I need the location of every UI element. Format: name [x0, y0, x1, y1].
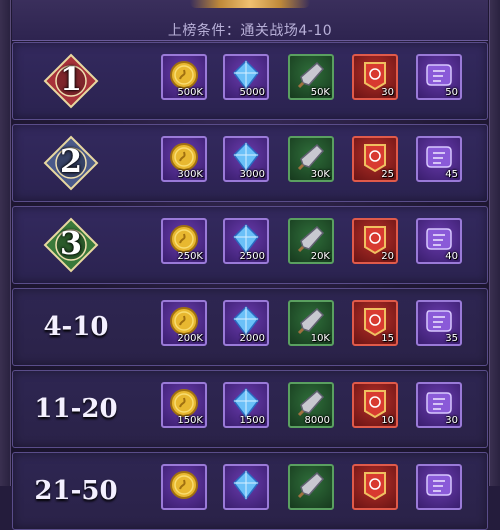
reward-item[interactable]: 8000 — [288, 382, 334, 428]
reward-count: 5000 — [239, 87, 265, 98]
rank-row: 3 250K 2500 20K 20 40 — [12, 206, 488, 284]
reward-item[interactable]: 150K — [161, 382, 207, 428]
left-frame — [0, 0, 11, 486]
rank-row: 21-50 — [12, 452, 488, 530]
reward-item[interactable]: 30 — [352, 54, 398, 100]
rank-row: 11-20 150K 1500 8000 10 30 — [12, 370, 488, 448]
rank-range: 11-20 — [34, 394, 118, 424]
list-header: 上榜条件：通关战场4-10 — [12, 0, 488, 41]
reward-item[interactable]: 40 — [416, 218, 462, 264]
rank-number: 2 — [59, 142, 83, 180]
reward-item[interactable]: 250K — [161, 218, 207, 264]
reward-item[interactable]: 30K — [288, 136, 334, 182]
reward-count: 150K — [177, 415, 203, 426]
reward-count: 50K — [310, 87, 330, 98]
reward-item[interactable] — [223, 464, 269, 510]
reward-count: 30 — [381, 87, 394, 98]
reward-count: 30K — [310, 169, 330, 180]
reward-item[interactable]: 20 — [352, 218, 398, 264]
reward-item[interactable]: 30 — [416, 382, 462, 428]
rank-badge: 3 — [43, 217, 99, 273]
reward-count: 10 — [381, 415, 394, 426]
reward-item[interactable]: 50K — [288, 54, 334, 100]
reward-item[interactable]: 3000 — [223, 136, 269, 182]
reward-item[interactable]: 15 — [352, 300, 398, 346]
reward-count: 2500 — [239, 251, 265, 262]
reward-count: 25 — [381, 169, 394, 180]
reward-count: 2000 — [239, 333, 265, 344]
header-ornament — [190, 0, 310, 8]
rank-badge: 2 — [43, 135, 99, 191]
reward-count: 8000 — [304, 415, 330, 426]
rank-number: 1 — [59, 60, 83, 98]
reward-count: 50 — [445, 87, 458, 98]
reward-item[interactable] — [416, 464, 462, 510]
reward-count: 20K — [310, 251, 330, 262]
reward-count: 250K — [177, 251, 203, 262]
reward-item[interactable]: 20K — [288, 218, 334, 264]
rank-row: 2 300K 3000 30K 25 45 — [12, 124, 488, 202]
rank-range: 21-50 — [34, 476, 118, 506]
reward-count: 300K — [177, 169, 203, 180]
reward-count: 40 — [445, 251, 458, 262]
reward-count: 1500 — [239, 415, 265, 426]
reward-item[interactable]: 1500 — [223, 382, 269, 428]
reward-item[interactable]: 35 — [416, 300, 462, 346]
reward-item[interactable]: 200K — [161, 300, 207, 346]
reward-count: 15 — [381, 333, 394, 344]
rank-row: 1 500K 5000 50K 30 50 — [12, 42, 488, 120]
reward-count: 45 — [445, 169, 458, 180]
reward-item[interactable]: 2500 — [223, 218, 269, 264]
reward-item[interactable]: 500K — [161, 54, 207, 100]
reward-item[interactable]: 45 — [416, 136, 462, 182]
reward-count: 500K — [177, 87, 203, 98]
rank-row: 4-10 200K 2000 10K 15 35 — [12, 288, 488, 366]
reward-item[interactable] — [288, 464, 334, 510]
reward-item[interactable]: 2000 — [223, 300, 269, 346]
reward-count: 35 — [445, 333, 458, 344]
reward-count: 3000 — [239, 169, 265, 180]
rank-range: 4-10 — [43, 312, 109, 342]
reward-item[interactable]: 300K — [161, 136, 207, 182]
reward-count: 10K — [310, 333, 330, 344]
reward-item[interactable] — [161, 464, 207, 510]
reward-count: 20 — [381, 251, 394, 262]
reward-item[interactable]: 25 — [352, 136, 398, 182]
reward-count: 30 — [445, 415, 458, 426]
reward-item[interactable]: 10K — [288, 300, 334, 346]
rank-number: 3 — [59, 224, 83, 262]
reward-item[interactable]: 50 — [416, 54, 462, 100]
rank-badge: 1 — [43, 53, 99, 109]
reward-item[interactable] — [352, 464, 398, 510]
right-frame — [489, 0, 500, 486]
ranking-condition: 上榜条件：通关战场4-10 — [167, 23, 333, 39]
reward-count: 200K — [177, 333, 203, 344]
reward-item[interactable]: 10 — [352, 382, 398, 428]
reward-item[interactable]: 5000 — [223, 54, 269, 100]
